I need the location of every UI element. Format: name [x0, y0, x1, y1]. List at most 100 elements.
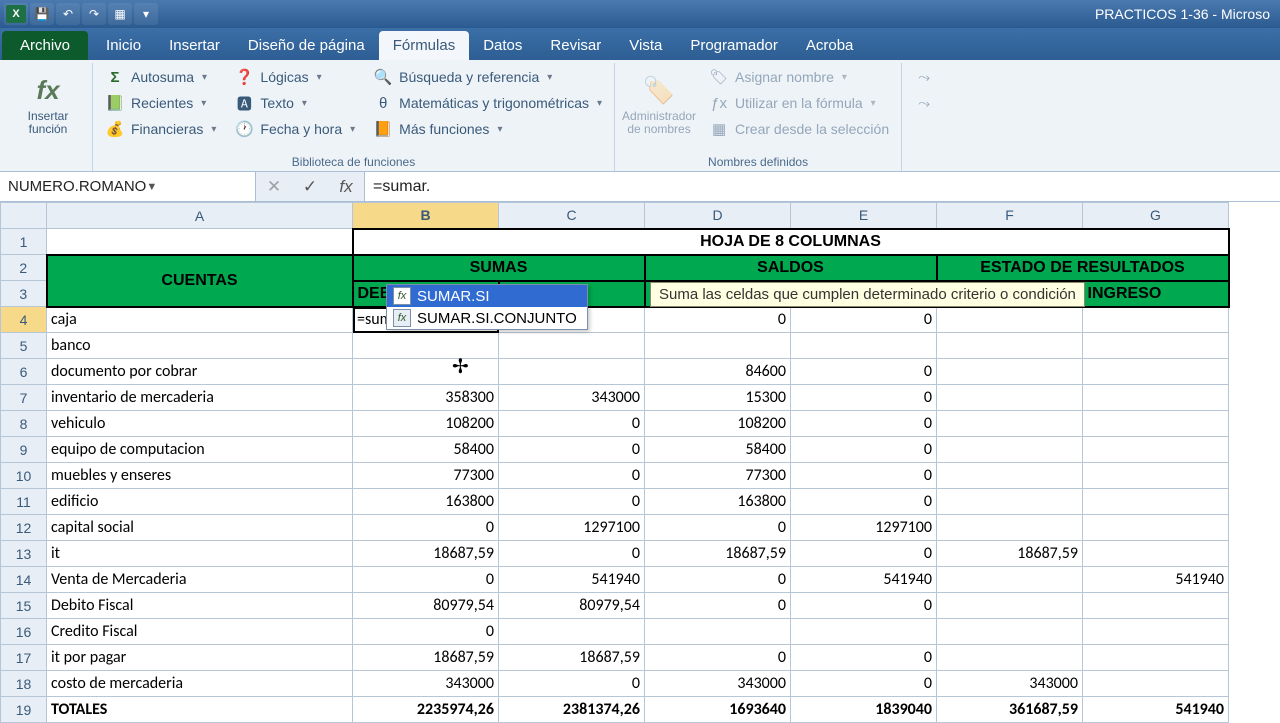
cell[interactable]: 18687,59 — [353, 645, 499, 671]
name-box[interactable]: NUMERO.ROMANO ▼ — [0, 172, 256, 201]
cell[interactable]: documento por cobrar — [47, 359, 353, 385]
cell[interactable] — [499, 359, 645, 385]
cell[interactable]: 0 — [791, 671, 937, 697]
cell[interactable]: 2381374,26 — [499, 697, 645, 723]
cell[interactable]: 1693640 — [645, 697, 791, 723]
cell[interactable] — [645, 333, 791, 359]
tab-vista[interactable]: Vista — [615, 31, 676, 60]
tab-programador[interactable]: Programador — [676, 31, 792, 60]
cell[interactable]: 0 — [791, 463, 937, 489]
redo-icon[interactable]: ↷ — [82, 3, 106, 25]
cell[interactable]: 0 — [791, 359, 937, 385]
cell[interactable]: 0 — [791, 307, 937, 333]
undo-icon[interactable]: ↶ — [56, 3, 80, 25]
row-header[interactable]: 2 — [1, 255, 47, 281]
autocomplete-item[interactable]: fxSUMAR.SI — [387, 285, 587, 307]
cell[interactable] — [353, 333, 499, 359]
cell[interactable]: 541940 — [1083, 567, 1229, 593]
cell[interactable]: 0 — [499, 671, 645, 697]
qat-item-icon[interactable]: ▦ — [108, 3, 132, 25]
grid-table[interactable]: ABCDEFG 1 HOJA DE 8 COLUMNAS 2 CUENTAS S… — [0, 202, 1230, 723]
cell[interactable] — [645, 619, 791, 645]
cell[interactable]: 0 — [791, 411, 937, 437]
cell[interactable]: muebles y enseres — [47, 463, 353, 489]
cell[interactable]: 0 — [645, 567, 791, 593]
row-header[interactable]: 5 — [1, 333, 47, 359]
row-header[interactable]: 6 — [1, 359, 47, 385]
cell[interactable]: 0 — [791, 645, 937, 671]
cell[interactable]: 15300 — [645, 385, 791, 411]
define-name-button[interactable]: 🏷Asignar nombre▾ — [705, 65, 893, 89]
cell[interactable] — [1083, 307, 1229, 333]
header-ingreso[interactable]: INGRESO — [1083, 281, 1229, 307]
tab-insertar[interactable]: Insertar — [155, 31, 234, 60]
cell[interactable]: 1297100 — [499, 515, 645, 541]
tab-datos[interactable]: Datos — [469, 31, 536, 60]
header-saldos[interactable]: SALDOS — [645, 255, 937, 281]
sheet-title[interactable]: HOJA DE 8 COLUMNAS — [353, 229, 1229, 255]
cell[interactable] — [791, 619, 937, 645]
cell[interactable]: 18687,59 — [499, 645, 645, 671]
cell[interactable]: it — [47, 541, 353, 567]
cell[interactable] — [937, 619, 1083, 645]
formula-autocomplete[interactable]: fxSUMAR.SIfxSUMAR.SI.CONJUNTO — [386, 284, 588, 330]
cell[interactable] — [937, 567, 1083, 593]
cell[interactable]: 0 — [791, 489, 937, 515]
cell[interactable]: 0 — [353, 567, 499, 593]
cell[interactable]: 0 — [645, 645, 791, 671]
cell[interactable] — [353, 359, 499, 385]
cell[interactable] — [1083, 359, 1229, 385]
cell[interactable]: 0 — [645, 515, 791, 541]
insert-function-icon[interactable]: fx — [328, 177, 364, 197]
select-all-corner[interactable] — [1, 203, 47, 229]
cell[interactable]: edificio — [47, 489, 353, 515]
row-header[interactable]: 14 — [1, 567, 47, 593]
cell[interactable]: 0 — [353, 619, 499, 645]
more-functions-button[interactable]: 📙Más funciones▾ — [369, 117, 606, 141]
cell[interactable]: vehiculo — [47, 411, 353, 437]
cell[interactable] — [937, 593, 1083, 619]
insert-function-button[interactable]: fx Insertar función — [12, 65, 84, 143]
cell[interactable] — [1083, 619, 1229, 645]
cell[interactable] — [937, 385, 1083, 411]
excel-app-icon[interactable]: X — [4, 3, 28, 25]
cell[interactable]: capital social — [47, 515, 353, 541]
cell[interactable] — [1083, 411, 1229, 437]
cell[interactable]: 18687,59 — [645, 541, 791, 567]
row-header[interactable]: 18 — [1, 671, 47, 697]
row-header[interactable]: 1 — [1, 229, 47, 255]
cell[interactable]: 18687,59 — [937, 541, 1083, 567]
cell[interactable] — [791, 333, 937, 359]
row-header[interactable]: 3 — [1, 281, 47, 307]
cell[interactable]: 541940 — [499, 567, 645, 593]
financial-button[interactable]: 💰Financieras▾ — [101, 117, 220, 141]
cell[interactable]: 163800 — [645, 489, 791, 515]
cell[interactable]: 541940 — [791, 567, 937, 593]
cell[interactable] — [1083, 437, 1229, 463]
cell[interactable] — [1083, 333, 1229, 359]
column-header-F[interactable]: F — [937, 203, 1083, 229]
cell[interactable]: 358300 — [353, 385, 499, 411]
autosum-button[interactable]: ΣAutosuma▾ — [101, 65, 220, 89]
header-sumas[interactable]: SUMAS — [353, 255, 645, 281]
row-header[interactable]: 4 — [1, 307, 47, 333]
cell[interactable] — [499, 619, 645, 645]
spreadsheet-area[interactable]: ABCDEFG 1 HOJA DE 8 COLUMNAS 2 CUENTAS S… — [0, 202, 1280, 723]
cell[interactable]: 18687,59 — [353, 541, 499, 567]
formula-input[interactable]: =sumar. — [365, 172, 1280, 201]
row-header[interactable]: 13 — [1, 541, 47, 567]
qat-customize-icon[interactable]: ▾ — [134, 3, 158, 25]
cell[interactable]: equipo de computacion — [47, 437, 353, 463]
row-header[interactable]: 15 — [1, 593, 47, 619]
row-header[interactable]: 9 — [1, 437, 47, 463]
header-estado[interactable]: ESTADO DE RESULTADOS — [937, 255, 1229, 281]
cancel-formula-icon[interactable]: ✕ — [256, 177, 292, 197]
cell[interactable]: Debito Fiscal — [47, 593, 353, 619]
cell[interactable] — [937, 307, 1083, 333]
cell[interactable] — [1083, 385, 1229, 411]
column-header-E[interactable]: E — [791, 203, 937, 229]
cell[interactable] — [1083, 671, 1229, 697]
cell[interactable]: costo de mercaderia — [47, 671, 353, 697]
column-header-C[interactable]: C — [499, 203, 645, 229]
cell[interactable] — [1083, 593, 1229, 619]
